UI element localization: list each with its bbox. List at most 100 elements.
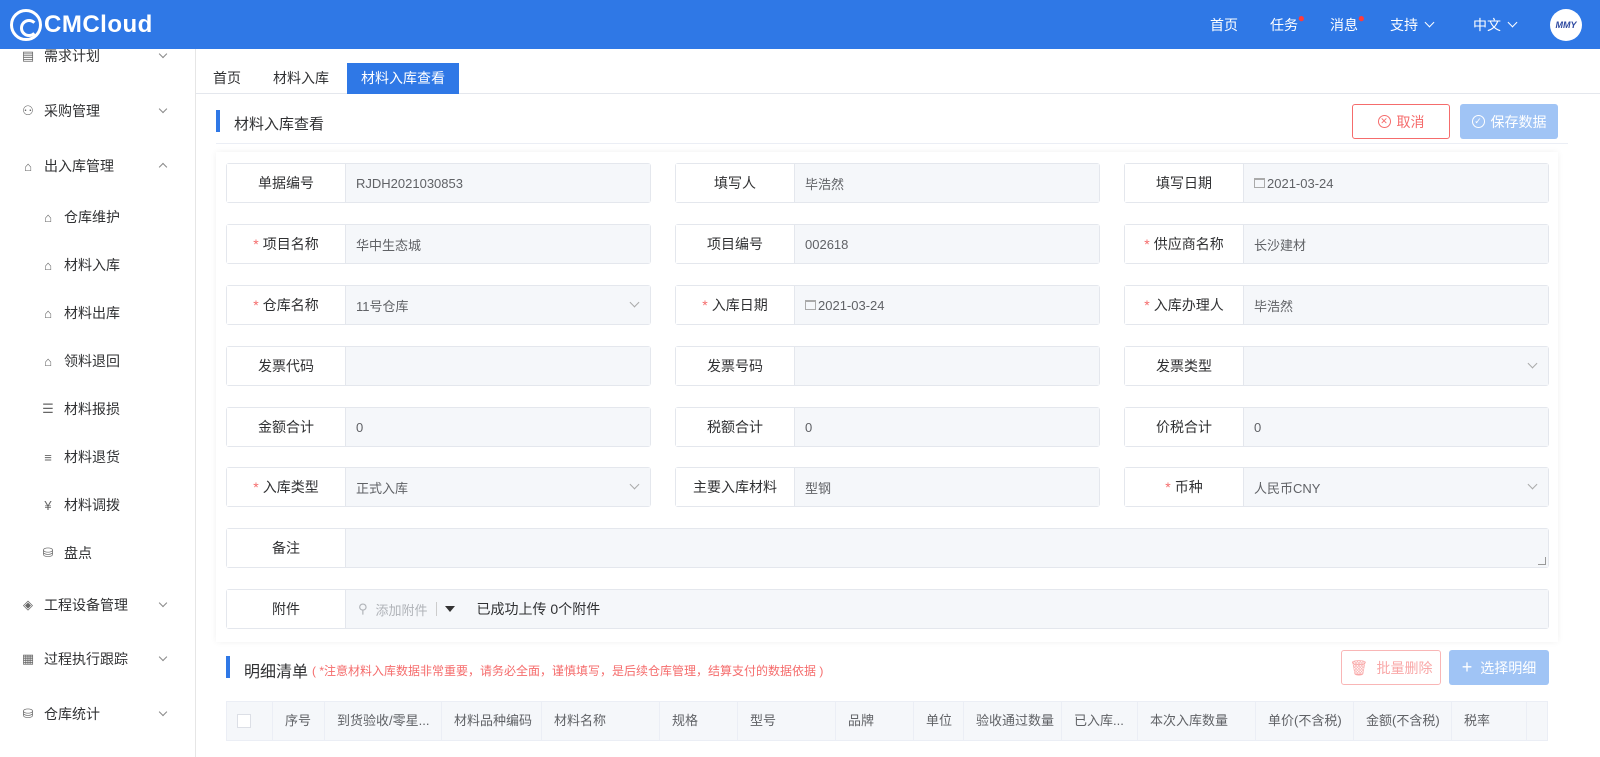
column-header[interactable]: 序号 bbox=[273, 702, 325, 740]
writer-input[interactable]: 毕浩然 bbox=[795, 164, 1099, 202]
sidebar-item-refund[interactable]: ≡ 材料退货 bbox=[0, 437, 195, 477]
select-all-checkbox[interactable] bbox=[237, 714, 251, 728]
field-label: 附件 bbox=[227, 590, 346, 628]
price-tax-total-field: 价税合计 0 bbox=[1124, 407, 1549, 447]
nav-messages[interactable]: 消息 ● bbox=[1330, 11, 1365, 35]
write-date-picker[interactable]: 2021-03-24 bbox=[1244, 164, 1548, 202]
project-no-field: 项目编号 002618 bbox=[675, 224, 1100, 264]
tab-label: 材料入库 bbox=[273, 70, 329, 86]
in-type-select[interactable]: 正式入库 bbox=[346, 468, 650, 506]
remark-textarea[interactable] bbox=[346, 529, 1548, 567]
plan-icon: ▤ bbox=[21, 49, 35, 63]
chevron-down-icon bbox=[1424, 17, 1435, 28]
column-header[interactable]: 单位 bbox=[914, 702, 964, 740]
detail-table-header: 序号 到货验收/零星... 材料品种编码 材料名称 规格 型号 品牌 单位 验收… bbox=[226, 701, 1548, 741]
sidebar-item-equipment[interactable]: ◈ 工程设备管理 bbox=[0, 585, 195, 625]
doc-no-field: 单据编号 RJDH2021030853 bbox=[226, 163, 651, 203]
column-header[interactable]: 到货验收/零星... bbox=[325, 702, 442, 740]
field-label: 发票号码 bbox=[676, 347, 795, 385]
tab-material-inbound-view[interactable]: 材料入库查看 bbox=[347, 63, 459, 94]
invoice-type-field: 发票类型 bbox=[1124, 346, 1549, 386]
field-label: 价税合计 bbox=[1125, 408, 1244, 446]
check-circle-icon: ✓ bbox=[1471, 115, 1485, 128]
main-material-input[interactable]: 型钢 bbox=[795, 468, 1099, 506]
field-label: 项目编号 bbox=[676, 225, 795, 263]
avatar[interactable]: MMY bbox=[1550, 8, 1582, 41]
invoice-code-field: 发票代码 bbox=[226, 346, 651, 386]
invoice-no-input[interactable] bbox=[795, 347, 1099, 385]
sidebar-item-process[interactable]: ▦ 过程执行跟踪 bbox=[0, 639, 195, 679]
invoice-type-select[interactable] bbox=[1244, 347, 1548, 385]
column-header[interactable]: 材料名称 bbox=[542, 702, 660, 740]
language-label: 中文 bbox=[1473, 16, 1501, 33]
tab-home[interactable]: 首页 bbox=[199, 63, 255, 94]
sidebar-item-material-outbound[interactable]: ⌂ 材料出库 bbox=[0, 293, 195, 333]
doc-no-input[interactable]: RJDH2021030853 bbox=[346, 164, 650, 202]
database-icon: ⛁ bbox=[42, 545, 54, 560]
sidebar-item-purchase[interactable]: ⚇ 采购管理 bbox=[0, 91, 195, 131]
warehouse-select[interactable]: 11号仓库 bbox=[346, 286, 650, 324]
nav-tasks[interactable]: 任务 ● bbox=[1270, 11, 1305, 35]
cancel-button[interactable]: ✕ 取消 bbox=[1352, 104, 1450, 139]
save-button[interactable]: ✓ 保存数据 bbox=[1460, 104, 1558, 139]
add-attachment-button[interactable]: ⚲ 添加附件 bbox=[358, 600, 428, 619]
save-label: 保存数据 bbox=[1490, 113, 1547, 130]
project-name-input[interactable]: 华中生态城 bbox=[346, 225, 650, 263]
field-label: 金额合计 bbox=[227, 408, 346, 446]
calendar-icon bbox=[805, 300, 816, 310]
sidebar-item-material-inbound[interactable]: ⌂ 材料入库 bbox=[0, 245, 195, 285]
nav-support[interactable]: 支持 bbox=[1390, 15, 1435, 35]
tax-total-field: 税额合计 0 bbox=[675, 407, 1100, 447]
column-header[interactable]: 已入库... bbox=[1062, 702, 1138, 740]
sidebar-item-demand-plan[interactable]: ▤ 需求计划 bbox=[0, 49, 195, 76]
in-date-picker[interactable]: 2021-03-24 bbox=[795, 286, 1099, 324]
tax-total-input[interactable]: 0 bbox=[795, 408, 1099, 446]
column-header[interactable]: 材料品种编码 bbox=[442, 702, 542, 740]
column-header[interactable]: 税率 bbox=[1452, 702, 1527, 740]
sidebar-item-transfer[interactable]: ¥ 材料调拨 bbox=[0, 485, 195, 525]
column-header[interactable]: 型号 bbox=[738, 702, 836, 740]
sidebar-item-return[interactable]: ⌂ 领料退回 bbox=[0, 341, 195, 381]
chevron-down-icon bbox=[1507, 17, 1518, 28]
trash-icon: 🗑 bbox=[1349, 659, 1369, 677]
project-no-input[interactable]: 002618 bbox=[795, 225, 1099, 263]
supplier-input[interactable]: 长沙建材 bbox=[1244, 225, 1548, 263]
handler-input[interactable]: 毕浩然 bbox=[1244, 286, 1548, 324]
price-tax-total-input[interactable]: 0 bbox=[1244, 408, 1548, 446]
sidebar-item-label: 过程执行跟踪 bbox=[44, 651, 128, 667]
document-icon: ☰ bbox=[42, 401, 54, 416]
field-label: 填写日期 bbox=[1125, 164, 1244, 202]
currency-field: * 币种 人民币CNY bbox=[1124, 467, 1549, 507]
handler-field: * 入库办理人 毕浩然 bbox=[1124, 285, 1549, 325]
close-circle-icon: ✕ bbox=[1377, 115, 1391, 128]
invoice-code-input[interactable] bbox=[346, 347, 650, 385]
column-header[interactable]: 验收通过数量 bbox=[964, 702, 1062, 740]
column-header[interactable]: 规格 bbox=[660, 702, 738, 740]
sidebar-item-warehouse-maintain[interactable]: ⌂ 仓库维护 bbox=[0, 197, 195, 237]
currency-select[interactable]: 人民币CNY bbox=[1244, 468, 1548, 506]
amount-total-input[interactable]: 0 bbox=[346, 408, 650, 446]
column-header[interactable]: 品牌 bbox=[836, 702, 914, 740]
sidebar-item-label: 需求计划 bbox=[44, 49, 100, 64]
sidebar-item-damage[interactable]: ☰ 材料报损 bbox=[0, 389, 195, 429]
sidebar-item-stats[interactable]: ⛁ 仓库统计 bbox=[0, 694, 195, 734]
accent-bar bbox=[216, 110, 220, 132]
brand-logo[interactable]: CMCloud bbox=[10, 8, 153, 42]
select-detail-button[interactable]: + 选择明细 bbox=[1449, 650, 1549, 685]
nav-home[interactable]: 首页 bbox=[1210, 15, 1238, 35]
caret-down-icon[interactable] bbox=[444, 606, 455, 612]
column-header[interactable]: 金额(不含税) bbox=[1354, 702, 1452, 740]
batch-delete-button[interactable]: 🗑 批量删除 bbox=[1341, 650, 1441, 685]
field-label: 税额合计 bbox=[676, 408, 795, 446]
chevron-down-icon bbox=[158, 707, 168, 717]
column-header[interactable]: 单价(不含税) bbox=[1256, 702, 1354, 740]
tab-material-inbound[interactable]: 材料入库 bbox=[259, 63, 343, 94]
logo-icon bbox=[10, 9, 42, 41]
accent-bar bbox=[226, 656, 230, 678]
resize-handle-icon[interactable] bbox=[1538, 557, 1546, 565]
column-header[interactable]: 本次入库数量 bbox=[1138, 702, 1256, 740]
sidebar-item-inout[interactable]: ⌂ 出入库管理 bbox=[0, 146, 195, 186]
sidebar-item-inventory[interactable]: ⛁ 盘点 bbox=[0, 533, 195, 573]
tab-bar: 首页 材料入库 材料入库查看 bbox=[196, 49, 1600, 94]
language-switch[interactable]: 中文 bbox=[1473, 15, 1518, 35]
